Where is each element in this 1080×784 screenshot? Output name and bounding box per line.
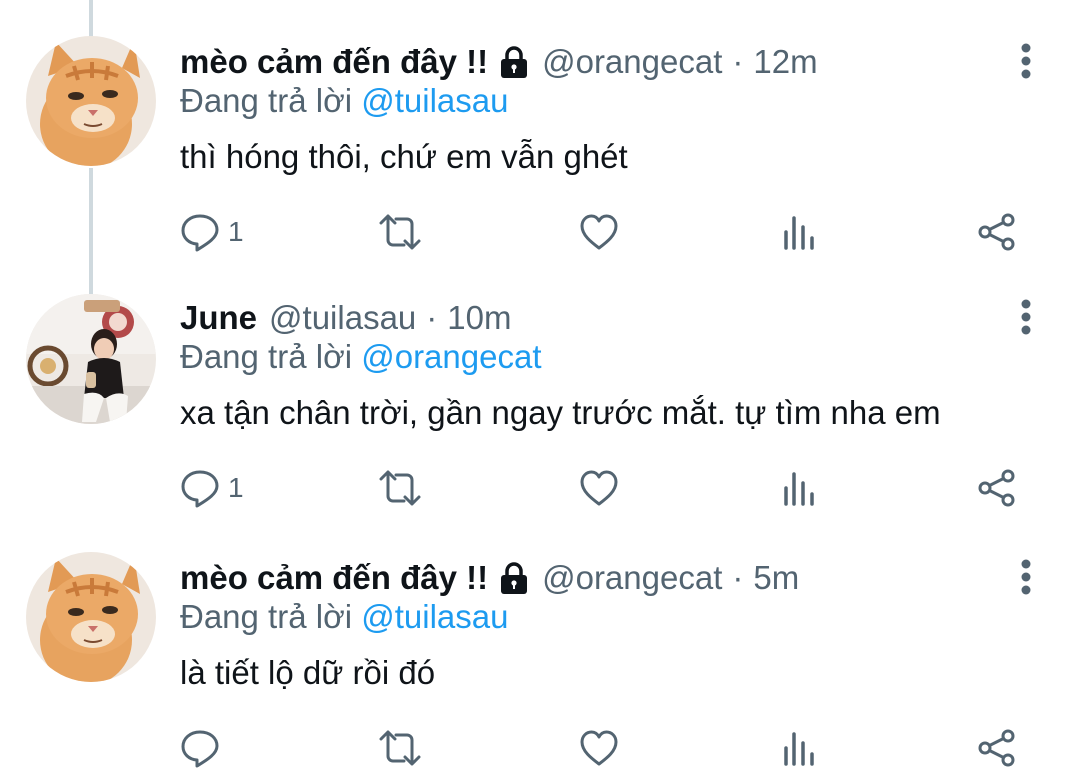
share-button[interactable]	[977, 210, 1017, 254]
avatar-orangecat[interactable]	[26, 36, 156, 166]
more-icon[interactable]	[1011, 298, 1041, 338]
handle[interactable]: @tuilasau	[269, 299, 416, 337]
share-button[interactable]	[977, 726, 1017, 770]
more-icon[interactable]	[1011, 558, 1041, 598]
tweet-header: mèo cảm đến đây !! @orangecat · 12m	[180, 40, 818, 84]
like-button[interactable]	[579, 726, 619, 770]
tweet-header: June @tuilasau · 10m	[180, 296, 511, 340]
views-button[interactable]	[779, 210, 819, 254]
share-button[interactable]	[977, 466, 1017, 510]
reply-icon	[181, 470, 219, 508]
thread-line	[89, 0, 93, 38]
tweet-text: thì hóng thôi, chứ em vẫn ghét	[180, 138, 628, 175]
tweet-header: mèo cảm đến đây !! @orangecat · 5m	[180, 556, 799, 600]
lock-icon	[498, 45, 530, 79]
mention-link[interactable]: @tuilasau	[361, 82, 508, 119]
like-icon	[580, 214, 618, 250]
views-icon	[784, 472, 814, 506]
views-icon	[784, 732, 814, 766]
retweet-icon	[379, 214, 421, 250]
avatar-tuilasau[interactable]	[26, 294, 156, 424]
views-button[interactable]	[779, 726, 819, 770]
tweet[interactable]: mèo cảm đến đây !! @orangecat · 5m Đang …	[0, 552, 1080, 784]
like-button[interactable]	[579, 210, 619, 254]
display-name[interactable]: mèo cảm đến đây !!	[180, 43, 488, 81]
replying-prefix: Đang trả lời	[180, 338, 353, 375]
retweet-icon	[379, 470, 421, 506]
retweet-button[interactable]	[378, 466, 422, 510]
replying-prefix: Đang trả lời	[180, 598, 353, 635]
replying-to: Đang trả lời @tuilasau	[180, 598, 508, 636]
action-bar: 1	[0, 466, 1080, 510]
more-icon[interactable]	[1011, 42, 1041, 82]
display-name[interactable]: June	[180, 299, 257, 337]
separator-dot: ·	[732, 559, 744, 596]
views-button[interactable]	[779, 466, 819, 510]
share-icon	[978, 213, 1015, 251]
lock-icon	[498, 561, 530, 595]
reply-icon	[181, 730, 219, 768]
separator-dot: ·	[732, 43, 744, 80]
like-button[interactable]	[579, 466, 619, 510]
reply-button[interactable]: 1	[180, 210, 244, 254]
mention-link[interactable]: @tuilasau	[361, 598, 508, 635]
handle[interactable]: @orangecat	[542, 43, 722, 81]
retweet-icon	[379, 730, 421, 766]
reply-count: 1	[228, 472, 244, 503]
timestamp[interactable]: 5m	[753, 559, 799, 597]
replying-to: Đang trả lời @orangecat	[180, 338, 542, 376]
reply-button[interactable]: 1	[180, 466, 244, 510]
handle[interactable]: @orangecat	[542, 559, 722, 597]
retweet-button[interactable]	[378, 210, 422, 254]
share-icon	[978, 729, 1015, 767]
separator-dot: ·	[426, 299, 438, 336]
timestamp[interactable]: 12m	[753, 43, 817, 81]
action-bar	[0, 726, 1080, 770]
like-icon	[580, 730, 618, 766]
views-icon	[784, 216, 814, 250]
tweet[interactable]: mèo cảm đến đây !! @orangecat · 12m Đang…	[0, 36, 1080, 260]
replying-prefix: Đang trả lời	[180, 82, 353, 119]
action-bar: 1	[0, 210, 1080, 254]
replying-to: Đang trả lời @tuilasau	[180, 82, 508, 120]
tweet[interactable]: June @tuilasau · 10m Đang trả lời @orang…	[0, 294, 1080, 516]
reply-icon	[181, 214, 219, 252]
tweet-text: là tiết lộ dữ rồi đó	[180, 654, 436, 691]
like-icon	[580, 470, 618, 506]
timestamp[interactable]: 10m	[447, 299, 511, 337]
reply-count: 1	[228, 216, 244, 247]
avatar-orangecat[interactable]	[26, 552, 156, 682]
display-name[interactable]: mèo cảm đến đây !!	[180, 559, 488, 597]
mention-link[interactable]: @orangecat	[361, 338, 541, 375]
retweet-button[interactable]	[378, 726, 422, 770]
tweet-text: xa tận chân trời, gần ngay trước mắt. tự…	[180, 394, 941, 431]
share-icon	[978, 469, 1015, 507]
reply-button[interactable]	[180, 726, 228, 770]
